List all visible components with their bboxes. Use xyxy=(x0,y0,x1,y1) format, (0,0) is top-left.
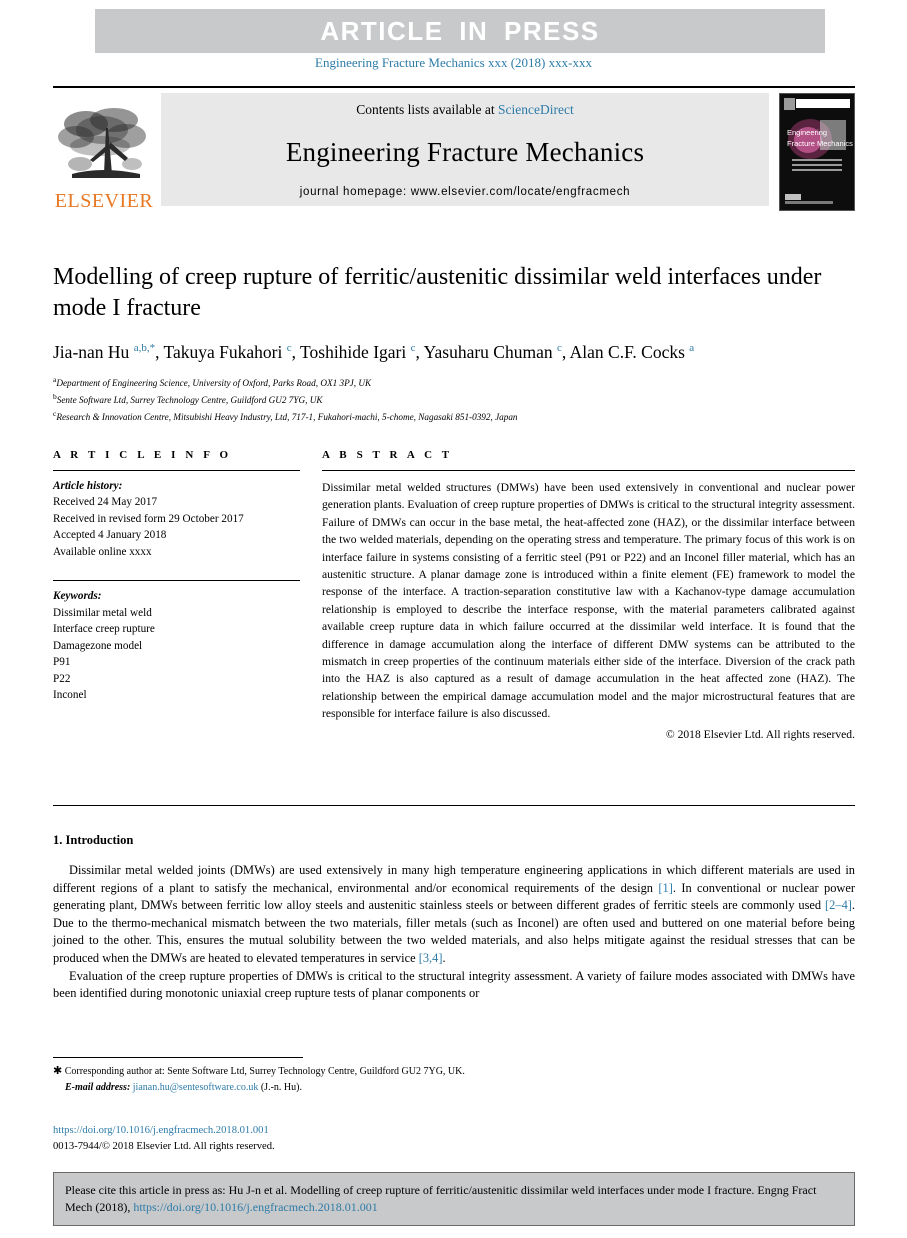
affiliation-text: Department of Engineering Science, Unive… xyxy=(56,378,372,389)
citation-notice-box: Please cite this article in press as: Hu… xyxy=(53,1172,855,1227)
elsevier-tree-icon xyxy=(58,108,146,178)
page-title: Modelling of creep rupture of ferritic/a… xyxy=(53,264,822,321)
issn-copyright-line: 0013-7944/© 2018 Elsevier Ltd. All right… xyxy=(53,1140,275,1152)
sciencedirect-link[interactable]: ScienceDirect xyxy=(498,102,574,117)
email-address-link[interactable]: jianan.hu@sentesoftware.co.uk xyxy=(133,1082,259,1093)
article-info-column: A R T I C L E I N F O Article history: R… xyxy=(53,449,300,741)
doi-link[interactable]: https://doi.org/10.1016/j.engfracmech.20… xyxy=(53,1123,275,1139)
keyword-item: Dissimilar metal weld xyxy=(53,606,152,619)
keywords-group: Keywords: Dissimilar metal weld Interfac… xyxy=(53,573,300,703)
elsevier-wordmark: ELSEVIER xyxy=(54,190,154,212)
author-list: Jia-nan Hu a,b,*, Takuya Fukahori c, Tos… xyxy=(53,342,695,363)
footnote-block: ✱ Corresponding author at: Sente Softwar… xyxy=(53,1063,753,1096)
section-divider xyxy=(53,805,855,806)
history-item: Accepted 4 January 2018 xyxy=(53,529,167,542)
introduction-heading: 1. Introduction xyxy=(53,833,134,847)
abstract-heading: A B S T R A C T xyxy=(322,449,453,461)
introduction-paragraph-2: Evaluation of the creep rupture properti… xyxy=(53,968,855,1001)
corresponding-author-note: ✱ Corresponding author at: Sente Softwar… xyxy=(53,1065,465,1077)
affiliation-item: cResearch & Innovation Centre, Mitsubish… xyxy=(53,408,843,425)
keyword-item: P91 xyxy=(53,656,71,669)
introduction-paragraph-1: Dissimilar metal welded joints (DMWs) ar… xyxy=(53,863,855,966)
keyword-item: P22 xyxy=(53,672,71,685)
citation-doi-link[interactable]: https://doi.org/10.1016/j.engfracmech.20… xyxy=(133,1200,377,1214)
article-in-press-banner: ARTICLE IN PRESS xyxy=(95,9,825,53)
history-item: Received in revised form 29 October 2017 xyxy=(53,512,244,525)
introduction-section: 1. Introduction Dissimilar metal welded … xyxy=(53,833,855,1003)
keywords-label: Keywords: xyxy=(53,590,102,603)
journal-title: Engineering Fracture Mechanics xyxy=(285,136,645,167)
doi-block: https://doi.org/10.1016/j.engfracmech.20… xyxy=(53,1123,275,1155)
journal-homepage[interactable]: journal homepage: www.elsevier.com/locat… xyxy=(300,186,631,198)
keyword-item: Damagezone model xyxy=(53,639,143,652)
journal-cover-thumbnail: Engineering Fracture Mechanics xyxy=(779,93,855,211)
email-label: E-mail address: xyxy=(65,1082,131,1094)
article-history-label: Article history: xyxy=(53,480,123,492)
svg-text:Engineering: Engineering xyxy=(787,128,827,137)
affiliation-item: aDepartment of Engineering Science, Univ… xyxy=(53,374,843,391)
cover-artwork: Engineering Fracture Mechanics xyxy=(780,94,854,210)
article-in-press-label: ARTICLE IN PRESS xyxy=(320,15,600,46)
abstract-copyright: © 2018 Elsevier Ltd. All rights reserved… xyxy=(665,728,855,742)
affiliation-item: bSente Software Ltd, Surrey Technology C… xyxy=(53,391,843,408)
contents-available-line: Contents lists available at ScienceDirec… xyxy=(356,102,573,118)
keyword-item: Inconel xyxy=(53,688,87,701)
article-info-heading: A R T I C L E I N F O xyxy=(53,449,232,461)
affiliation-text: Research & Innovation Centre, Mitsubishi… xyxy=(56,412,518,423)
abstract-text: Dissimilar metal welded structures (DMWs… xyxy=(322,481,855,721)
email-suffix: (J.-n. Hu). xyxy=(260,1082,302,1094)
journal-info-box: Contents lists available at ScienceDirec… xyxy=(161,93,769,206)
history-item: Received 24 May 2017 xyxy=(53,496,158,509)
svg-text:Fracture Mechanics: Fracture Mechanics xyxy=(787,139,853,148)
keyword-item: Interface creep rupture xyxy=(53,623,155,636)
article-history-group: Article history: Received 24 May 2017 Re… xyxy=(53,471,300,560)
journal-masthead: ELSEVIER Contents lists available at Sci… xyxy=(53,86,855,211)
history-item: Available online xxxx xyxy=(53,545,152,558)
affiliation-list: aDepartment of Engineering Science, Univ… xyxy=(53,374,843,425)
abstract-column: A B S T R A C T Dissimilar metal welded … xyxy=(300,449,855,741)
elsevier-logo: ELSEVIER xyxy=(53,93,161,211)
journal-reference-line: Engineering Fracture Mechanics xxx (2018… xyxy=(315,55,592,70)
info-abstract-columns: A R T I C L E I N F O Article history: R… xyxy=(53,449,855,741)
contents-prefix: Contents lists available at xyxy=(356,102,498,117)
email-note: E-mail address: jianan.hu@sentesoftware.… xyxy=(53,1080,753,1096)
title-block: Modelling of creep rupture of ferritic/a… xyxy=(53,262,843,425)
affiliation-text: Sente Software Ltd, Surrey Technology Ce… xyxy=(56,395,323,406)
footnote-divider xyxy=(53,1057,303,1058)
article-page: ARTICLE IN PRESS Engineering Fracture Me… xyxy=(0,0,907,1238)
keywords-divider xyxy=(53,580,300,582)
